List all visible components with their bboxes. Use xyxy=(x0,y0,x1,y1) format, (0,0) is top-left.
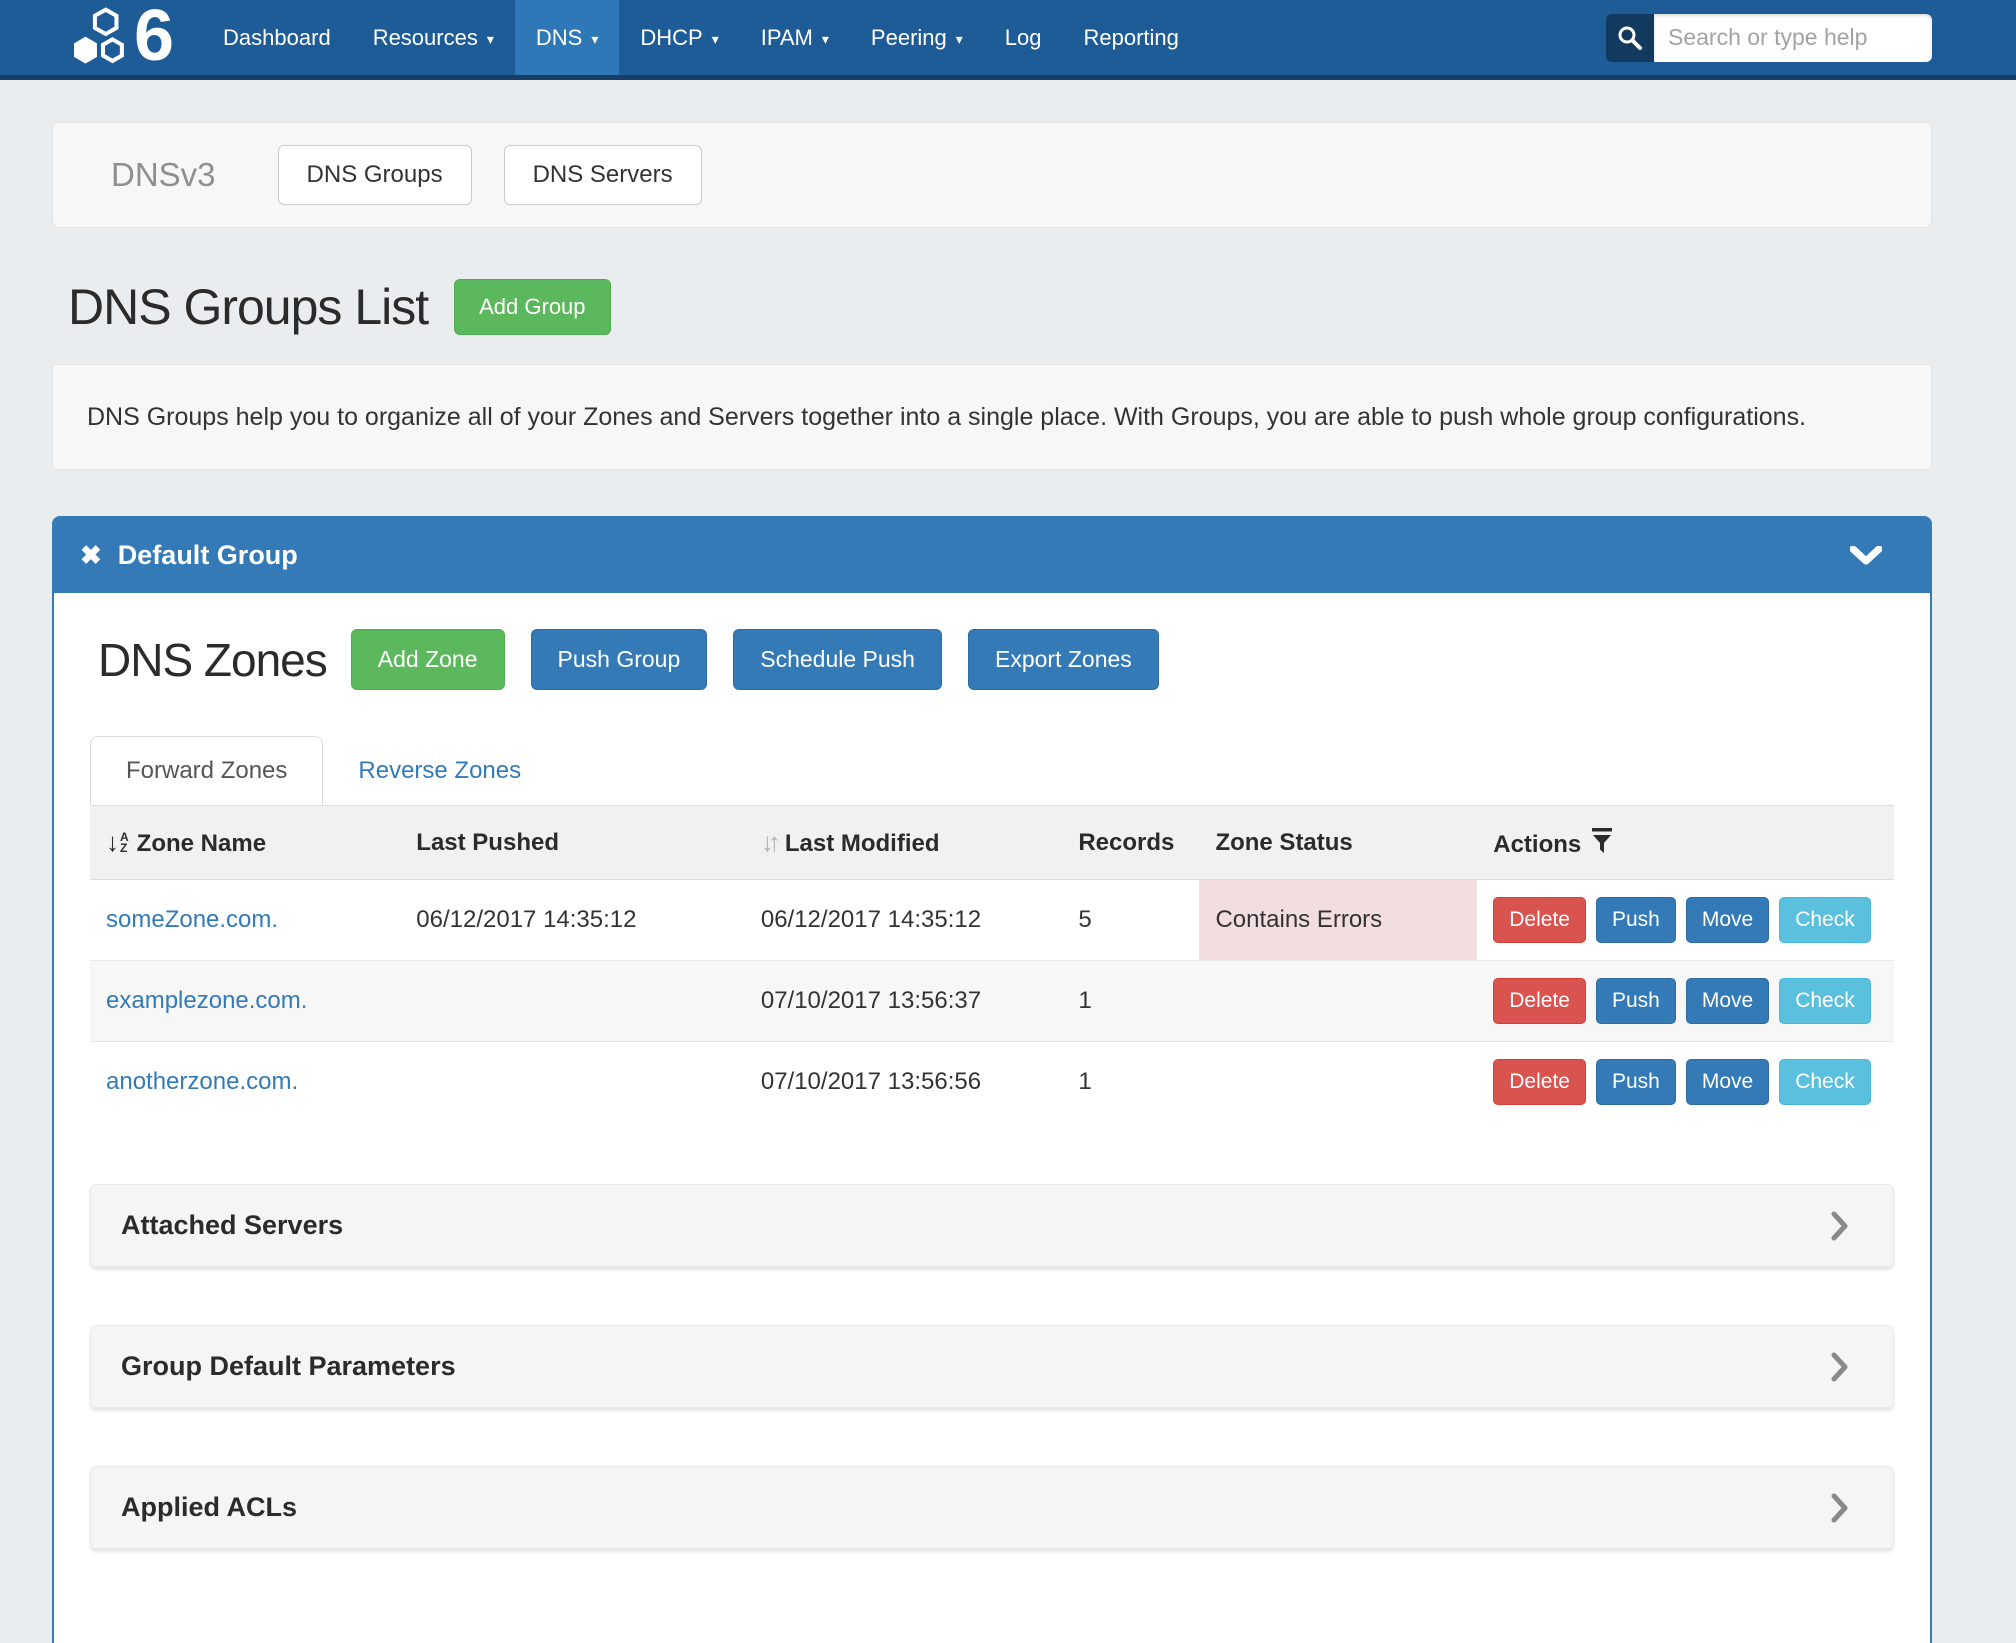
col-records[interactable]: Records xyxy=(1062,806,1199,880)
row-actions: Delete Push Move Check xyxy=(1493,978,1878,1024)
check-button[interactable]: Check xyxy=(1779,897,1871,943)
sort-updown-icon[interactable]: ↓↑ xyxy=(761,827,775,857)
check-button[interactable]: Check xyxy=(1779,1059,1871,1105)
nav-item-dhcp[interactable]: DHCP▾ xyxy=(619,0,739,75)
tab-reverse-zones[interactable]: Reverse Zones xyxy=(323,737,556,805)
dns-servers-button[interactable]: DNS Servers xyxy=(504,145,702,205)
dns-groups-button[interactable]: DNS Groups xyxy=(278,145,472,205)
move-button[interactable]: Move xyxy=(1686,1059,1769,1105)
zone-link[interactable]: someZone.com. xyxy=(106,906,278,933)
breadcrumb: DNSv3 DNS Groups DNS Servers xyxy=(52,122,1932,228)
nav-item-dns[interactable]: DNS▾ xyxy=(515,0,619,75)
col-last-modified[interactable]: ↓↑Last Modified xyxy=(745,806,1063,880)
search-icon[interactable] xyxy=(1606,14,1654,62)
caret-down-icon: ▾ xyxy=(956,31,963,48)
nav-item-reporting[interactable]: Reporting xyxy=(1063,0,1200,75)
section-applied-acls[interactable]: Applied ACLs xyxy=(90,1466,1894,1549)
push-group-button[interactable]: Push Group xyxy=(531,629,708,690)
caret-down-icon: ▾ xyxy=(822,31,829,48)
zones-table: ↓AZZone Name Last Pushed ↓↑Last Modified… xyxy=(90,805,1894,1122)
col-zone-name[interactable]: ↓AZZone Name xyxy=(90,806,400,880)
zones-tabs: Forward Zones Reverse Zones xyxy=(90,736,1894,805)
last-modified-value: 07/10/2017 13:56:37 xyxy=(745,961,1063,1042)
last-pushed-value xyxy=(400,961,745,1042)
col-zone-status[interactable]: Zone Status xyxy=(1199,806,1477,880)
tab-forward-zones[interactable]: Forward Zones xyxy=(90,736,323,805)
records-value: 5 xyxy=(1062,880,1199,961)
zone-status-badge xyxy=(1199,961,1477,1042)
caret-down-icon: ▾ xyxy=(712,31,719,48)
col-actions: Actions xyxy=(1477,806,1894,880)
push-button[interactable]: Push xyxy=(1596,897,1676,943)
last-modified-value: 07/10/2017 13:56:56 xyxy=(745,1042,1063,1123)
dns-zones-header: DNS Zones Add Zone Push Group Schedule P… xyxy=(90,629,1894,690)
add-group-button[interactable]: Add Group xyxy=(454,279,610,335)
zone-row-examplezone: examplezone.com. 07/10/2017 13:56:37 1 D… xyxy=(90,961,1894,1042)
hexagons-logo-icon xyxy=(62,7,144,69)
filter-icon[interactable] xyxy=(1591,833,1613,860)
search-input[interactable] xyxy=(1654,14,1932,62)
sort-alpha-asc-icon[interactable]: ↓AZ xyxy=(106,827,129,858)
records-value: 1 xyxy=(1062,961,1199,1042)
zone-row-somezone: someZone.com. 06/12/2017 14:35:12 06/12/… xyxy=(90,880,1894,961)
chevron-right-icon xyxy=(1831,1493,1849,1523)
zone-status-badge xyxy=(1199,1042,1477,1123)
chevron-down-icon[interactable] xyxy=(1850,546,1882,566)
row-actions: Delete Push Move Check xyxy=(1493,1059,1878,1105)
nav-item-peering[interactable]: Peering▾ xyxy=(850,0,984,75)
last-modified-value: 06/12/2017 14:35:12 xyxy=(745,880,1063,961)
global-search xyxy=(1606,14,1932,62)
zones-table-header-row: ↓AZZone Name Last Pushed ↓↑Last Modified… xyxy=(90,806,1894,880)
push-button[interactable]: Push xyxy=(1596,978,1676,1024)
default-group-body: DNS Zones Add Zone Push Group Schedule P… xyxy=(54,593,1930,1643)
export-zones-button[interactable]: Export Zones xyxy=(968,629,1159,690)
last-pushed-value: 06/12/2017 14:35:12 xyxy=(400,880,745,961)
row-actions: Delete Push Move Check xyxy=(1493,897,1878,943)
records-value: 1 xyxy=(1062,1042,1199,1123)
section-attached-servers[interactable]: Attached Servers xyxy=(90,1184,1894,1267)
zone-status-badge: Contains Errors xyxy=(1199,880,1477,961)
page-title-row: DNS Groups List Add Group xyxy=(52,278,1932,336)
nav-item-log[interactable]: Log xyxy=(984,0,1063,75)
zone-link[interactable]: anotherzone.com. xyxy=(106,1068,298,1095)
nav-item-ipam[interactable]: IPAM▾ xyxy=(740,0,850,75)
zone-row-anotherzone: anotherzone.com. 07/10/2017 13:56:56 1 D… xyxy=(90,1042,1894,1123)
chevron-right-icon xyxy=(1831,1211,1849,1241)
check-button[interactable]: Check xyxy=(1779,978,1871,1024)
logo-number: 6 xyxy=(134,0,172,72)
push-button[interactable]: Push xyxy=(1596,1059,1676,1105)
top-navbar: 6 Dashboard Resources▾ DNS▾ DHCP▾ IPAM▾ … xyxy=(0,0,2016,80)
page-title: DNS Groups List xyxy=(68,278,428,336)
default-group-panel: ✖ Default Group DNS Zones Add Zone Push … xyxy=(52,516,1932,1643)
nav-item-dashboard[interactable]: Dashboard xyxy=(202,0,352,75)
caret-down-icon: ▾ xyxy=(591,31,598,48)
default-group-header[interactable]: ✖ Default Group xyxy=(54,518,1930,593)
add-zone-button[interactable]: Add Zone xyxy=(351,629,505,690)
nav-item-resources[interactable]: Resources▾ xyxy=(352,0,515,75)
schedule-push-button[interactable]: Schedule Push xyxy=(733,629,942,690)
zone-link[interactable]: examplezone.com. xyxy=(106,987,307,1014)
delete-button[interactable]: Delete xyxy=(1493,978,1586,1024)
section-group-default-parameters[interactable]: Group Default Parameters xyxy=(90,1325,1894,1408)
delete-button[interactable]: Delete xyxy=(1493,1059,1586,1105)
app-logo[interactable]: 6 xyxy=(0,0,202,75)
caret-down-icon: ▾ xyxy=(487,31,494,48)
col-last-pushed[interactable]: Last Pushed xyxy=(400,806,745,880)
group-sections: Attached Servers Group Default Parameter… xyxy=(90,1184,1894,1549)
delete-button[interactable]: Delete xyxy=(1493,897,1586,943)
chevron-right-icon xyxy=(1831,1352,1849,1382)
close-icon[interactable]: ✖ xyxy=(80,540,102,571)
move-button[interactable]: Move xyxy=(1686,897,1769,943)
move-button[interactable]: Move xyxy=(1686,978,1769,1024)
main-menu: Dashboard Resources▾ DNS▾ DHCP▾ IPAM▾ Pe… xyxy=(202,0,1200,75)
last-pushed-value xyxy=(400,1042,745,1123)
group-title: Default Group xyxy=(118,540,298,571)
dns-zones-title: DNS Zones xyxy=(98,633,327,687)
groups-description: DNS Groups help you to organize all of y… xyxy=(52,364,1932,470)
breadcrumb-title: DNSv3 xyxy=(111,156,216,194)
